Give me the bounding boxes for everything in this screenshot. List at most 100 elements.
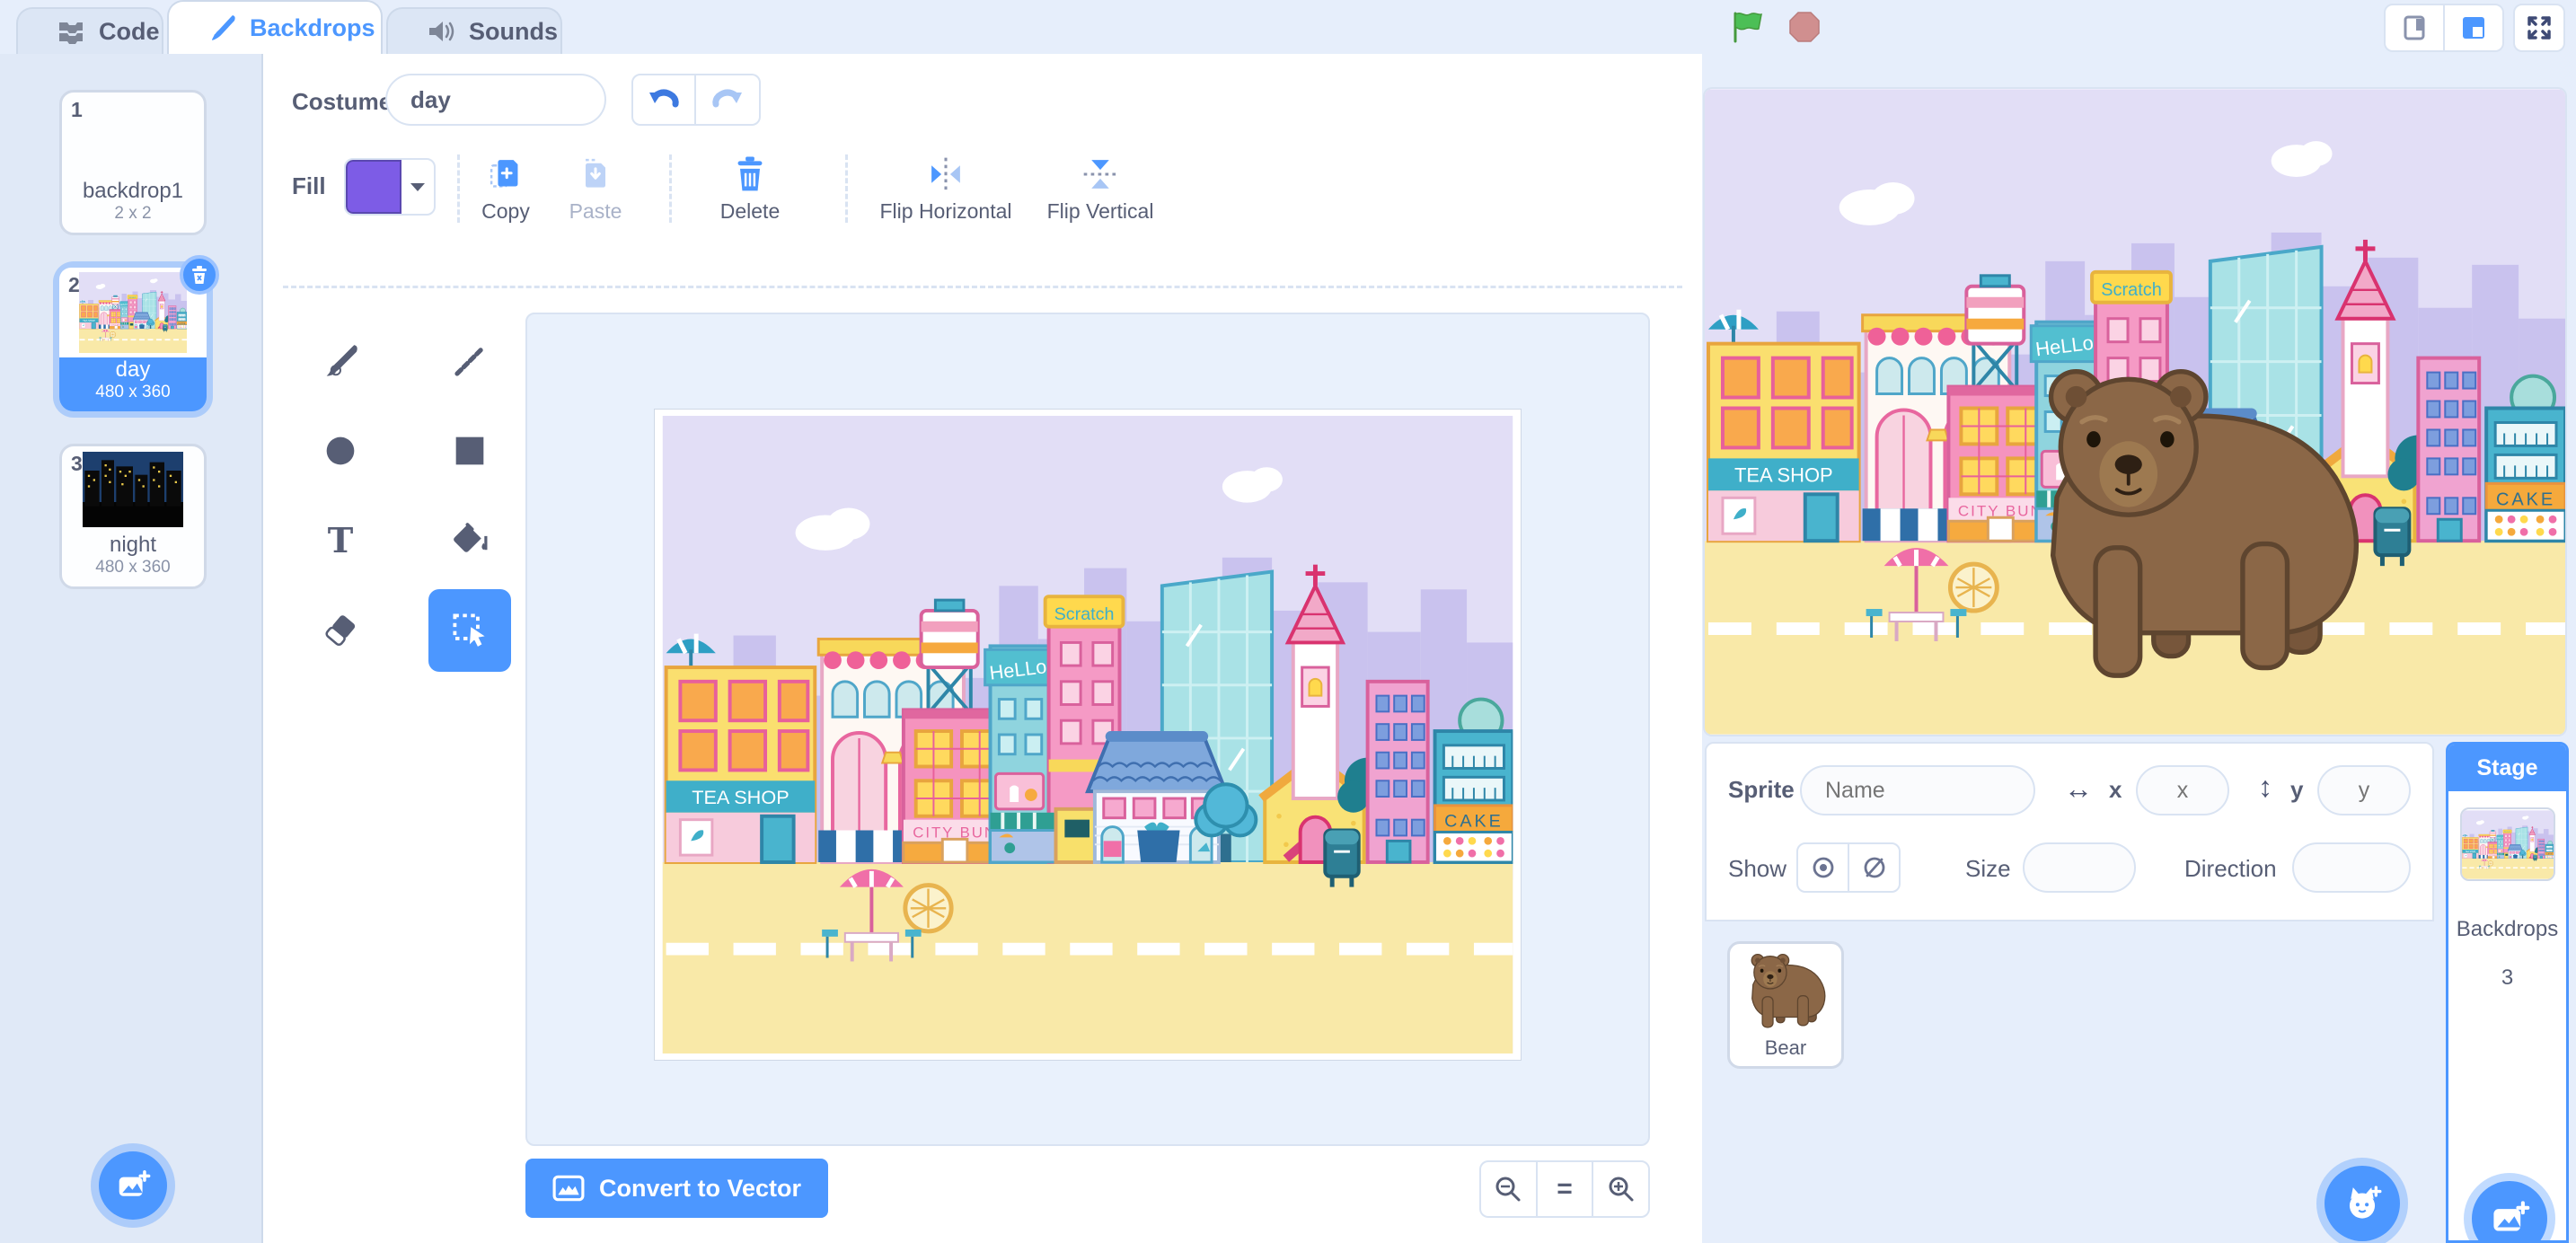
- stage-backdrop-thumbnail[interactable]: [2459, 807, 2555, 881]
- paint-editor: Costume Fill: [263, 54, 1702, 1243]
- flip-horizontal-icon: [867, 151, 1025, 194]
- backdrop-item-day[interactable]: 2 day 480 x 360: [59, 255, 219, 411]
- circle-tool[interactable]: [299, 410, 382, 492]
- fill-label: Fill: [292, 172, 326, 199]
- flip-horizontal-button[interactable]: Flip Horizontal: [867, 151, 1025, 224]
- fullscreen-button[interactable]: [2513, 4, 2565, 52]
- eraser-tool[interactable]: [299, 589, 382, 672]
- delete-backdrop-button[interactable]: [180, 255, 219, 295]
- backdrop-size: 480 x 360: [95, 558, 171, 577]
- add-backdrop-button-sidebar[interactable]: [99, 1151, 167, 1220]
- y-axis-icon: ↕: [2258, 771, 2272, 803]
- flip-vertical-icon: [1028, 151, 1172, 194]
- backdrop-size: 2 x 2: [114, 204, 152, 223]
- fill-color-picker[interactable]: [344, 158, 436, 216]
- stage[interactable]: [1705, 89, 2565, 735]
- flip-horizontal-label: Flip Horizontal: [879, 199, 1012, 223]
- backdrop-name: night: [109, 533, 157, 557]
- tab-code[interactable]: Code: [16, 7, 163, 54]
- tab-code-label: Code: [99, 17, 160, 45]
- tab-backdrops[interactable]: Backdrops: [167, 0, 383, 54]
- visible-icon: [1813, 857, 1833, 878]
- svg-text:T: T: [328, 521, 354, 561]
- zoom-out-icon: [1495, 1177, 1521, 1202]
- delete-button[interactable]: Delete: [707, 151, 793, 224]
- backdrop-index: 1: [71, 98, 83, 121]
- direction-input[interactable]: [2292, 842, 2411, 893]
- toolbar-separator: [669, 154, 672, 223]
- stage-controls: [1704, 0, 2576, 54]
- chevron-down-icon: [401, 160, 434, 214]
- paint-canvas[interactable]: [654, 409, 1522, 1061]
- flip-vertical-button[interactable]: Flip Vertical: [1028, 151, 1172, 224]
- brush-tool[interactable]: [299, 320, 382, 402]
- tab-sounds[interactable]: Sounds: [386, 7, 562, 54]
- zoom-in-icon: [1609, 1177, 1634, 1202]
- backdrop-size: 480 x 360: [95, 383, 171, 401]
- sprite-label: Sprite: [1728, 776, 1795, 803]
- costume-name-input[interactable]: [385, 74, 606, 126]
- undo-redo-group: [631, 74, 761, 126]
- redo-button[interactable]: [696, 74, 761, 126]
- small-stage-button[interactable]: [2386, 5, 2445, 50]
- redo-icon: [712, 89, 742, 108]
- convert-to-vector-label: Convert to Vector: [599, 1174, 802, 1202]
- backdrop-item-night[interactable]: 3 night 480 x 360: [59, 444, 207, 589]
- copy-icon: [463, 151, 549, 194]
- backdrop-item-backdrop1[interactable]: 1 backdrop1 2 x 2: [59, 90, 207, 235]
- fill-color-swatch: [346, 160, 401, 214]
- add-backdrop-icon: [119, 1169, 151, 1196]
- sprite-card-bear[interactable]: Bear: [1727, 941, 1844, 1069]
- paint-canvas-area[interactable]: [525, 313, 1650, 1146]
- toolbar-separator: [845, 154, 848, 223]
- select-tool[interactable]: [428, 589, 511, 672]
- green-flag-button[interactable]: [1729, 9, 1765, 45]
- large-stage-button[interactable]: [2445, 5, 2502, 50]
- x-label: x: [2109, 776, 2122, 803]
- convert-to-vector-button[interactable]: Convert to Vector: [525, 1159, 829, 1218]
- stop-button[interactable]: [1786, 9, 1822, 45]
- copy-button[interactable]: Copy: [463, 151, 549, 224]
- toolbar-separator: [457, 154, 460, 223]
- size-label: Size: [1965, 855, 2011, 882]
- paste-button[interactable]: Paste: [552, 151, 639, 224]
- show-label: Show: [1728, 855, 1787, 882]
- sprite-list: Bear: [1705, 923, 2441, 1243]
- trash-icon: [707, 151, 793, 194]
- sprite-info-panel: Sprite ↔ x ↕ y Show Size: [1705, 742, 2434, 921]
- stage-selector-title[interactable]: Stage: [2448, 745, 2566, 791]
- backdrops-label: Backdrops: [2456, 917, 2559, 941]
- x-position-input[interactable]: [2136, 765, 2229, 815]
- backdrop-index: 2: [68, 273, 80, 296]
- hide-sprite-button[interactable]: [1849, 844, 1899, 891]
- sprite-name-input[interactable]: [1800, 765, 2035, 815]
- undo-icon: [649, 89, 679, 108]
- tool-palette: T: [299, 320, 515, 672]
- stage-selector[interactable]: Stage Backdrops 3: [2446, 742, 2569, 1243]
- bitmap-image-icon: [552, 1175, 585, 1202]
- zoom-out-button[interactable]: [1481, 1162, 1536, 1216]
- zoom-in-button[interactable]: [1592, 1162, 1648, 1216]
- add-backdrop-button-stage[interactable]: [2472, 1181, 2547, 1240]
- backdrop-name: day: [115, 357, 151, 382]
- add-sprite-button[interactable]: [2325, 1166, 2400, 1241]
- size-input[interactable]: [2023, 842, 2136, 893]
- show-sprite-button[interactable]: [1798, 844, 1849, 891]
- toolbar-divider: [283, 286, 1682, 288]
- rectangle-tool[interactable]: [428, 410, 511, 492]
- fill-tool[interactable]: [428, 499, 511, 582]
- tab-backdrops-label: Backdrops: [250, 13, 375, 41]
- sprite-name: Bear: [1764, 1036, 1807, 1059]
- text-tool[interactable]: T: [299, 499, 382, 582]
- show-hide-toggle: [1796, 842, 1901, 893]
- undo-button[interactable]: [631, 74, 696, 126]
- direction-label: Direction: [2184, 855, 2277, 882]
- stage-panel: Sprite ↔ x ↕ y Show Size: [1702, 54, 2576, 1243]
- zoom-reset-button[interactable]: =: [1535, 1162, 1592, 1216]
- hidden-icon: [1864, 857, 1884, 878]
- backdrop-drawing: [661, 416, 1514, 1053]
- y-position-input[interactable]: [2317, 765, 2411, 815]
- line-tool[interactable]: [428, 320, 511, 402]
- copy-label: Copy: [481, 199, 530, 223]
- topbar: Code Backdrops Sounds: [0, 0, 2576, 54]
